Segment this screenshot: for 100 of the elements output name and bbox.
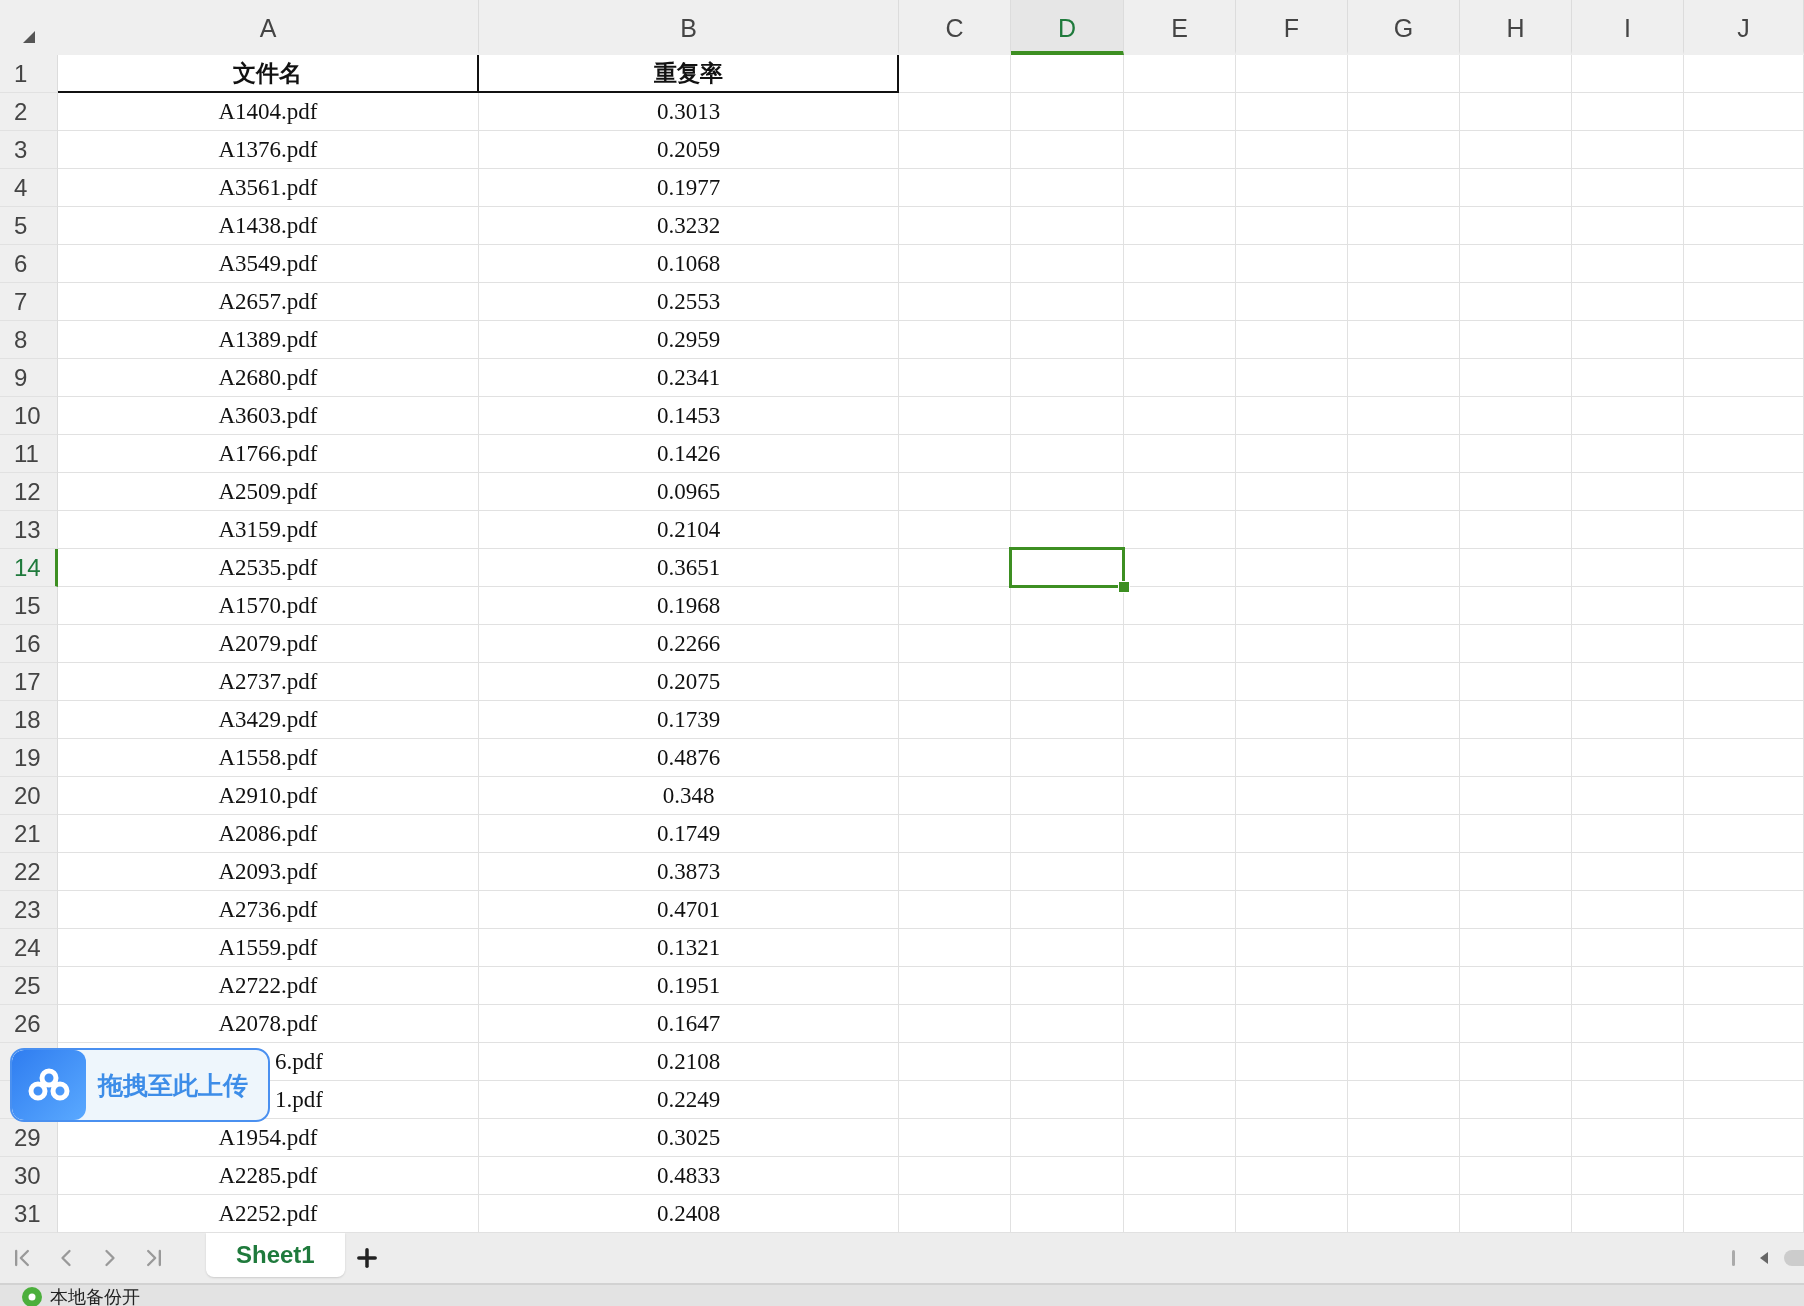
table-cell[interactable] (1011, 169, 1124, 207)
table-cell[interactable] (1236, 549, 1348, 587)
table-cell[interactable] (1236, 929, 1348, 967)
table-cell[interactable] (1348, 93, 1460, 131)
table-cell[interactable] (1236, 169, 1348, 207)
table-cell[interactable]: 0.3232 (479, 207, 899, 245)
table-cell[interactable] (899, 1005, 1011, 1043)
table-cell[interactable] (1572, 169, 1684, 207)
table-cell[interactable] (1460, 853, 1572, 891)
table-cell[interactable] (899, 321, 1011, 359)
column-header[interactable]: I (1572, 0, 1684, 55)
table-cell[interactable] (1124, 701, 1236, 739)
table-cell[interactable] (1236, 207, 1348, 245)
table-cell[interactable] (1572, 549, 1684, 587)
table-cell[interactable] (1124, 967, 1236, 1005)
table-cell[interactable] (1684, 207, 1804, 245)
table-cell[interactable] (1684, 359, 1804, 397)
row-header[interactable]: 15 (0, 587, 58, 625)
table-cell[interactable] (1011, 891, 1124, 929)
table-cell[interactable]: A1404.pdf (58, 93, 479, 131)
row-header[interactable]: 30 (0, 1157, 58, 1195)
table-cell[interactable] (1124, 891, 1236, 929)
table-cell[interactable] (1011, 55, 1124, 93)
table-cell[interactable] (1011, 435, 1124, 473)
table-cell[interactable] (1236, 1081, 1348, 1119)
column-header[interactable]: B (479, 0, 899, 55)
table-cell[interactable] (1348, 55, 1460, 93)
row-header[interactable]: 5 (0, 207, 58, 245)
table-cell[interactable] (1348, 587, 1460, 625)
table-cell[interactable] (1348, 929, 1460, 967)
row-header[interactable]: 13 (0, 511, 58, 549)
table-cell[interactable] (899, 1081, 1011, 1119)
table-cell[interactable] (899, 1157, 1011, 1195)
table-cell[interactable]: 0.2059 (479, 131, 899, 169)
table-cell[interactable] (1348, 853, 1460, 891)
table-cell[interactable] (1348, 169, 1460, 207)
table-cell[interactable]: 0.2104 (479, 511, 899, 549)
table-cell[interactable] (1684, 549, 1804, 587)
table-cell[interactable] (1124, 55, 1236, 93)
table-cell[interactable] (1684, 967, 1804, 1005)
table-cell[interactable] (1460, 549, 1572, 587)
table-cell[interactable]: 0.2959 (479, 321, 899, 359)
table-cell[interactable] (1460, 1119, 1572, 1157)
table-cell[interactable] (1124, 815, 1236, 853)
table-cell[interactable]: 0.1951 (479, 967, 899, 1005)
table-cell[interactable] (1236, 511, 1348, 549)
table-cell[interactable] (899, 967, 1011, 1005)
row-header[interactable]: 25 (0, 967, 58, 1005)
table-cell[interactable] (1236, 663, 1348, 701)
row-header[interactable]: 16 (0, 625, 58, 663)
table-cell[interactable] (1348, 625, 1460, 663)
table-cell[interactable] (1684, 131, 1804, 169)
table-cell[interactable] (1684, 473, 1804, 511)
table-cell[interactable]: A3159.pdf (58, 511, 479, 549)
table-cell[interactable] (1684, 1119, 1804, 1157)
table-cell[interactable]: 0.1977 (479, 169, 899, 207)
table-cell[interactable] (1348, 1005, 1460, 1043)
table-cell[interactable] (1124, 207, 1236, 245)
table-cell[interactable] (1572, 359, 1684, 397)
row-header[interactable]: 9 (0, 359, 58, 397)
table-cell[interactable] (1684, 1043, 1804, 1081)
table-cell[interactable] (1348, 131, 1460, 169)
table-cell[interactable]: A1376.pdf (58, 131, 479, 169)
table-cell[interactable] (1348, 815, 1460, 853)
column-header[interactable]: F (1236, 0, 1348, 55)
table-cell[interactable] (1572, 245, 1684, 283)
table-cell[interactable] (1236, 587, 1348, 625)
row-header[interactable]: 31 (0, 1195, 58, 1233)
table-cell[interactable] (1460, 397, 1572, 435)
row-header[interactable]: 4 (0, 169, 58, 207)
table-cell[interactable] (899, 815, 1011, 853)
table-cell[interactable] (899, 397, 1011, 435)
table-cell[interactable]: A3429.pdf (58, 701, 479, 739)
table-cell[interactable] (1011, 207, 1124, 245)
table-cell[interactable] (1684, 1081, 1804, 1119)
table-cell[interactable] (1236, 93, 1348, 131)
table-cell[interactable] (899, 891, 1011, 929)
table-cell[interactable] (1348, 359, 1460, 397)
table-cell[interactable] (1684, 511, 1804, 549)
row-header[interactable]: 17 (0, 663, 58, 701)
table-cell[interactable]: 0.1426 (479, 435, 899, 473)
table-cell[interactable] (1572, 815, 1684, 853)
table-cell[interactable] (1236, 891, 1348, 929)
table-cell[interactable] (1572, 891, 1684, 929)
table-cell[interactable]: 0.2266 (479, 625, 899, 663)
table-cell[interactable] (1348, 397, 1460, 435)
table-cell[interactable] (1236, 55, 1348, 93)
table-cell[interactable]: 0.2341 (479, 359, 899, 397)
table-cell[interactable] (1236, 1119, 1348, 1157)
table-cell[interactable] (1348, 473, 1460, 511)
table-cell[interactable] (1572, 929, 1684, 967)
table-cell[interactable] (1572, 511, 1684, 549)
table-cell[interactable] (1460, 245, 1572, 283)
table-cell[interactable] (1124, 473, 1236, 511)
table-cell[interactable] (1684, 587, 1804, 625)
row-header[interactable]: 1 (0, 55, 58, 93)
table-cell[interactable]: A2086.pdf (58, 815, 479, 853)
table-cell[interactable] (1124, 1043, 1236, 1081)
table-cell[interactable] (1124, 169, 1236, 207)
table-cell[interactable] (899, 777, 1011, 815)
